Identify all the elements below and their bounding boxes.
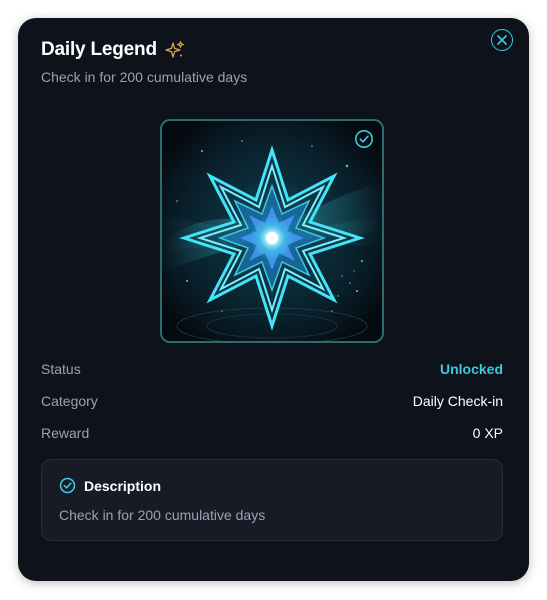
description-header: Description [59, 477, 161, 494]
status-value: Unlocked [439, 361, 503, 377]
check-circle-icon [355, 130, 373, 148]
status-row: Status Unlocked [41, 361, 503, 377]
achievement-dialog: Daily Legend Check in for 200 cumulative… [18, 18, 529, 581]
check-circle-icon [59, 477, 76, 494]
sparkles-icon [165, 40, 184, 58]
reward-row: Reward 0 XP [41, 425, 503, 441]
dialog-subtitle: Check in for 200 cumulative days [41, 69, 248, 85]
description-heading: Description [84, 477, 162, 494]
category-value: Daily Check-in [412, 393, 503, 409]
badge-image [160, 119, 384, 343]
category-label: Category [41, 393, 98, 409]
category-row: Category Daily Check-in [41, 393, 503, 409]
status-label: Status [41, 361, 81, 377]
dialog-title: Daily Legend [41, 39, 157, 60]
description-card: Description Check in for 200 cumulative … [41, 459, 503, 541]
close-button[interactable] [491, 29, 513, 51]
close-icon [497, 35, 507, 45]
star-badge-art [162, 121, 382, 341]
description-text: Check in for 200 cumulative days [59, 507, 266, 523]
reward-label: Reward [41, 425, 90, 441]
reward-value: 0 XP [472, 425, 503, 441]
title-row: Daily Legend [41, 39, 185, 61]
